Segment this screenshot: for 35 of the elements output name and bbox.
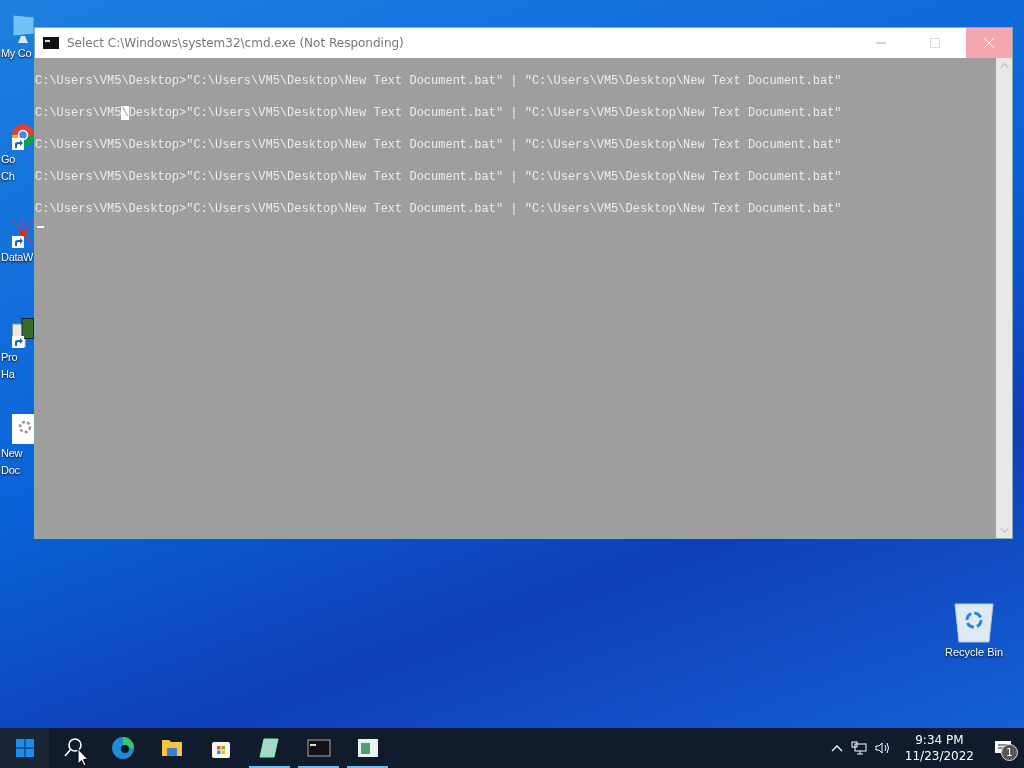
maximize-icon [930, 38, 940, 48]
close-icon [984, 38, 994, 48]
computer-icon [12, 14, 34, 44]
icon-label: New [1, 446, 23, 461]
icon-label: Doc [1, 463, 20, 478]
icon-label: Pro [1, 350, 18, 365]
minimize-icon [876, 42, 886, 44]
icon-label: Go [1, 152, 16, 167]
icon-label: Recycle Bin [944, 645, 1004, 660]
icon-label: My Co [1, 46, 32, 61]
notification-button[interactable]: 1 [988, 733, 1018, 763]
icon-label: Ha [1, 367, 15, 382]
browser-icon[interactable] [110, 736, 135, 760]
icon-label: Ch [1, 169, 15, 184]
window-icon[interactable] [355, 736, 380, 760]
console-line: C:\Users\VM5\Desktop>"C:\Users\VM5\Desktop\New Text Document.bat" | "C:\Users\VM5\Desktop\New Text Document.bat" [35, 201, 843, 218]
terminal-icon [43, 37, 59, 49]
console-line: C:\Users\VM5\Desktop>"C:\Users\VM5\Desktop\New Text Document.bat" | "C:\Users\VM5\Desktop\New Text Document.bat" [35, 105, 843, 122]
mouse-pointer-icon [77, 748, 89, 767]
text-cursor [37, 226, 44, 228]
clock[interactable]: 9:34 PM 11/23/2022 [898, 732, 980, 764]
network-icon[interactable] [850, 741, 867, 755]
window-title: Select C:\Windows\system32\cmd.exe (Not Responding) [67, 36, 405, 50]
console-line: C:\Users\VM5\Desktop>"C:\Users\VM5\Desktop\New Text Document.bat" | "C:\Users\VM5\Desktop\New Text Document.bat" [35, 73, 843, 90]
console-line: C:\Users\VM5\Desktop>"C:\Users\VM5\Desktop\New Text Document.bat" | "C:\Users\VM5\Desktop\New Text Document.bat" [35, 169, 843, 186]
network-icon [12, 218, 34, 248]
recycle-bin-icon [954, 603, 994, 643]
chevron-up-icon[interactable] [830, 744, 843, 752]
notepad-icon[interactable] [257, 736, 282, 760]
volume-icon[interactable] [874, 741, 891, 755]
console-line: C:\Users\VM5\Desktop>"C:\Users\VM5\Desktop\New Text Document.bat" | "C:\Users\VM5\Desktop\New Text Document.bat" [35, 137, 843, 154]
windows-logo-icon [15, 739, 34, 757]
icon-label: DataW [1, 250, 34, 265]
terminal-icon[interactable] [306, 736, 331, 760]
start-button[interactable] [0, 728, 49, 768]
